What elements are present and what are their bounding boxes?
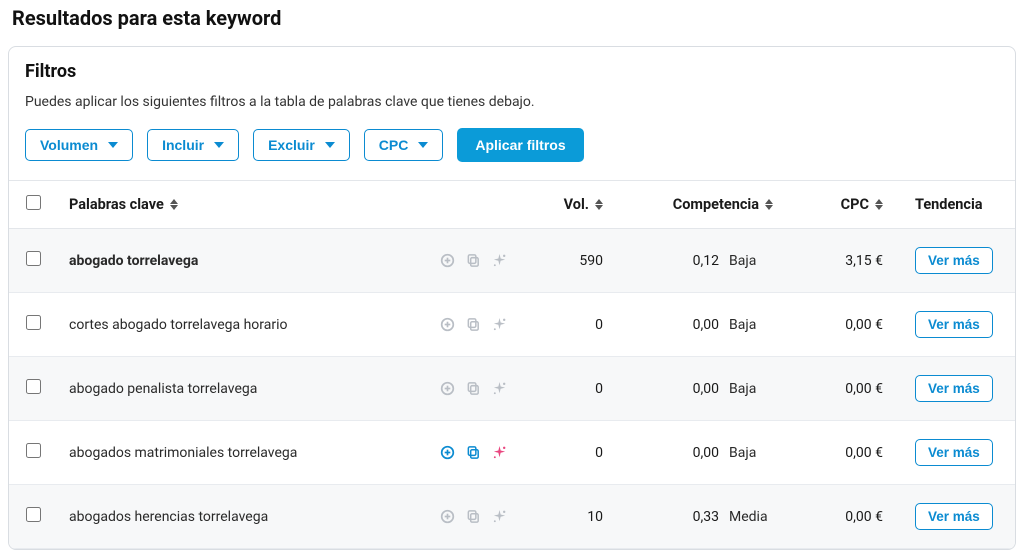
header-competition-label: Competencia [673, 196, 759, 213]
filter-cpc-label: CPC [379, 137, 409, 153]
competition-label: Baja [729, 317, 773, 333]
header-select-all [9, 181, 57, 229]
cpc-cell: 3,15 € [785, 229, 895, 293]
chevron-down-icon [418, 142, 428, 148]
copy-icon[interactable] [465, 381, 481, 397]
competition-label: Media [729, 509, 773, 525]
add-icon[interactable] [439, 253, 455, 269]
header-trend-label: Tendencia [915, 196, 983, 213]
chevron-down-icon [214, 142, 224, 148]
filter-excluir[interactable]: Excluir [253, 129, 350, 161]
sparkle-icon[interactable] [491, 253, 507, 269]
sort-icon [875, 199, 883, 210]
header-volume[interactable]: Vol. [519, 181, 615, 229]
row-actions [439, 317, 507, 333]
competition-value: 0,00 [685, 317, 719, 333]
ver-mas-button[interactable]: Ver más [915, 439, 993, 466]
add-icon[interactable] [439, 445, 455, 461]
filter-volumen[interactable]: Volumen [25, 129, 133, 161]
header-trend: Tendencia [895, 181, 1015, 229]
filter-incluir-label: Incluir [162, 137, 204, 153]
header-competition[interactable]: Competencia [615, 181, 785, 229]
sparkle-icon[interactable] [491, 509, 507, 525]
ver-mas-button[interactable]: Ver más [915, 311, 993, 338]
keyword-text: abogados herencias torrelavega [69, 509, 268, 525]
volume-cell: 10 [519, 485, 615, 549]
sparkle-icon[interactable] [491, 381, 507, 397]
filter-incluir[interactable]: Incluir [147, 129, 239, 161]
filter-excluir-label: Excluir [268, 137, 315, 153]
select-all-checkbox[interactable] [26, 195, 41, 210]
table-body: abogado torrelavega 590 0,12 Baja 3,15 € Ver … [9, 229, 1015, 549]
copy-icon[interactable] [465, 509, 481, 525]
volume-cell: 0 [519, 293, 615, 357]
header-cpc-label: CPC [841, 196, 869, 213]
row-actions [439, 509, 507, 525]
table-row: abogados herencias torrelavega 10 0,33 Medi… [9, 485, 1015, 549]
competition-value: 0,00 [685, 381, 719, 397]
competition-value: 0,00 [685, 445, 719, 461]
filter-cpc[interactable]: CPC [364, 129, 444, 161]
keyword-text: cortes abogado torrelavega horario [69, 317, 288, 333]
volume-cell: 0 [519, 421, 615, 485]
cpc-cell: 0,00 € [785, 421, 895, 485]
table-row: abogado torrelavega 590 0,12 Baja 3,15 € Ver … [9, 229, 1015, 293]
filters-title: Filtros [25, 61, 999, 82]
sparkle-icon[interactable] [491, 445, 507, 461]
row-actions [439, 445, 507, 461]
row-checkbox[interactable] [26, 315, 41, 330]
competition-value: 0,12 [685, 253, 719, 269]
row-actions [439, 381, 507, 397]
row-checkbox[interactable] [26, 251, 41, 266]
volume-cell: 590 [519, 229, 615, 293]
sort-icon [170, 199, 178, 210]
copy-icon[interactable] [465, 445, 481, 461]
header-volume-label: Vol. [564, 196, 589, 213]
header-keyword-label: Palabras clave [69, 196, 164, 213]
keyword-text: abogado penalista torrelavega [69, 381, 257, 397]
add-icon[interactable] [439, 381, 455, 397]
filters-description: Puedes aplicar los siguientes filtros a … [25, 94, 999, 110]
table-row: abogado penalista torrelavega 0 0,00 Baja 0,… [9, 357, 1015, 421]
results-panel: Filtros Puedes aplicar los siguientes fi… [8, 46, 1016, 550]
copy-icon[interactable] [465, 317, 481, 333]
sort-icon [765, 199, 773, 210]
apply-filters-button[interactable]: Aplicar filtros [457, 128, 583, 162]
ver-mas-button[interactable]: Ver más [915, 503, 993, 530]
cpc-cell: 0,00 € [785, 357, 895, 421]
page-title: Resultados para esta keyword [12, 6, 1016, 30]
ver-mas-button[interactable]: Ver más [915, 375, 993, 402]
add-icon[interactable] [439, 509, 455, 525]
filters-section: Filtros Puedes aplicar los siguientes fi… [9, 47, 1015, 180]
sparkle-icon[interactable] [491, 317, 507, 333]
volume-cell: 0 [519, 357, 615, 421]
competition-label: Baja [729, 381, 773, 397]
keywords-table: Palabras clave Vol. Competencia [9, 180, 1015, 549]
chevron-down-icon [325, 142, 335, 148]
chevron-down-icon [108, 142, 118, 148]
header-cpc[interactable]: CPC [785, 181, 895, 229]
filter-volumen-label: Volumen [40, 137, 98, 153]
competition-label: Baja [729, 253, 773, 269]
row-checkbox[interactable] [26, 379, 41, 394]
row-checkbox[interactable] [26, 443, 41, 458]
table-header-row: Palabras clave Vol. Competencia [9, 181, 1015, 229]
filter-row: Volumen Incluir Excluir CPC Aplicar filt… [25, 128, 999, 162]
competition-value: 0,33 [685, 509, 719, 525]
competition-label: Baja [729, 445, 773, 461]
cpc-cell: 0,00 € [785, 293, 895, 357]
copy-icon[interactable] [465, 253, 481, 269]
keyword-text: abogados matrimoniales torrelavega [69, 445, 297, 461]
header-keyword[interactable]: Palabras clave [57, 181, 519, 229]
keyword-text: abogado torrelavega [69, 253, 198, 269]
cpc-cell: 0,00 € [785, 485, 895, 549]
sort-icon [595, 199, 603, 210]
add-icon[interactable] [439, 317, 455, 333]
table-row: abogados matrimoniales torrelavega 0 0,00 B… [9, 421, 1015, 485]
table-row: cortes abogado torrelavega horario 0 0,00 B… [9, 293, 1015, 357]
row-actions [439, 253, 507, 269]
ver-mas-button[interactable]: Ver más [915, 247, 993, 274]
